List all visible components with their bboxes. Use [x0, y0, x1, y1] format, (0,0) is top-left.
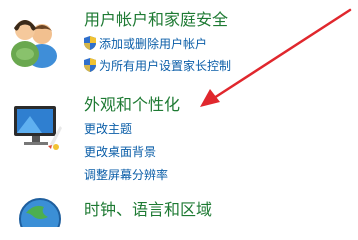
appearance-personalization-icon[interactable] [12, 100, 62, 156]
add-remove-user-accounts-link[interactable]: 添加或删除用户帐户 [84, 36, 207, 52]
appearance-personalization-title[interactable]: 外观和个性化 [84, 95, 180, 115]
user-accounts-icon[interactable] [8, 10, 60, 72]
parental-controls-label: 为所有用户设置家长控制 [99, 59, 232, 73]
adjust-screen-resolution-link[interactable]: 调整屏幕分辨率 [84, 167, 168, 183]
change-theme-link[interactable]: 更改主题 [84, 121, 132, 137]
add-remove-user-accounts-label: 添加或删除用户帐户 [99, 37, 208, 51]
user-accounts-title[interactable]: 用户帐户和家庭安全 [84, 10, 228, 30]
clock-language-region-title[interactable]: 时钟、语言和区域 [84, 200, 212, 220]
uac-shield-icon [84, 58, 96, 72]
uac-shield-icon [84, 36, 96, 50]
change-desktop-background-link[interactable]: 更改桌面背景 [84, 144, 156, 160]
clock-language-region-icon[interactable] [18, 197, 64, 240]
parental-controls-link[interactable]: 为所有用户设置家长控制 [84, 58, 231, 74]
